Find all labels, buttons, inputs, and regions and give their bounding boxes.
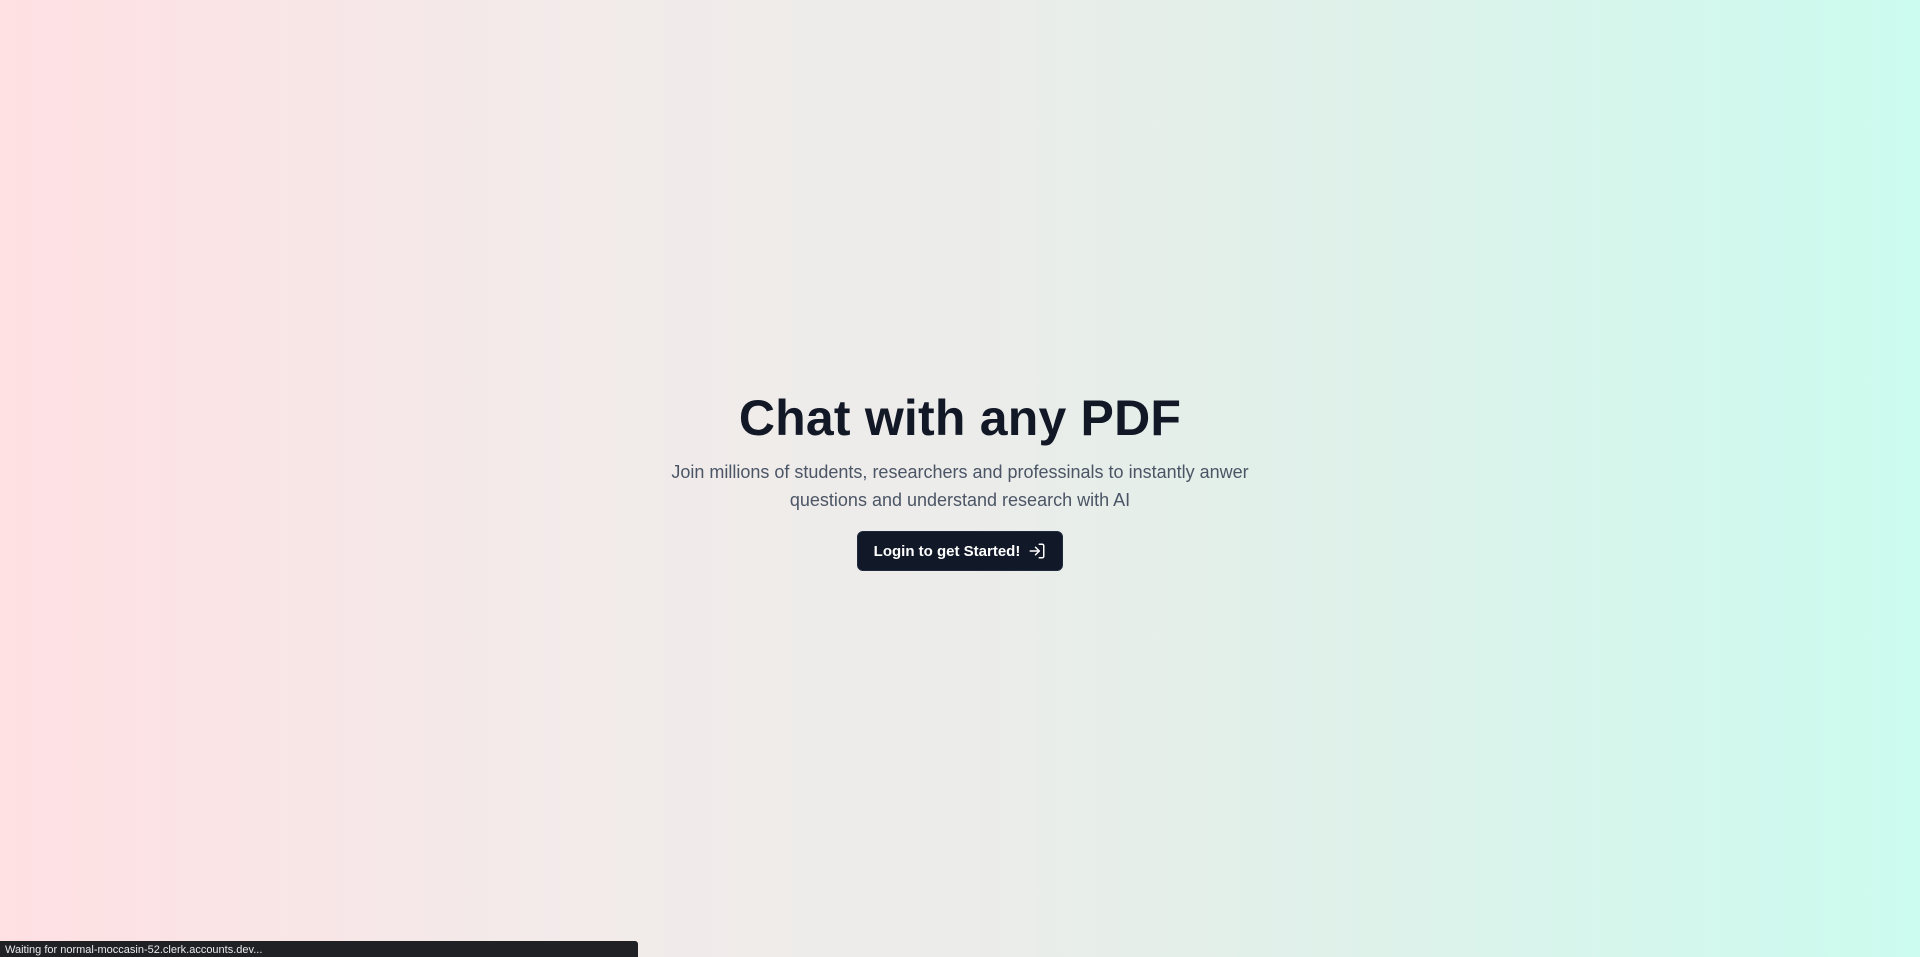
status-text: Waiting for normal-moccasin-52.clerk.acc… bbox=[5, 944, 263, 956]
log-in-icon bbox=[1028, 542, 1046, 560]
browser-status-bar: Waiting for normal-moccasin-52.clerk.acc… bbox=[0, 941, 638, 957]
page-title: Chat with any PDF bbox=[738, 390, 1182, 446]
hero-section: Chat with any PDF Join millions of stude… bbox=[0, 386, 1920, 571]
page-background: Chat with any PDF Join millions of stude… bbox=[0, 0, 1920, 957]
hero-subtitle: Join millions of students, researchers a… bbox=[671, 462, 1249, 510]
login-button[interactable]: Login to get Started! bbox=[856, 531, 1064, 571]
login-button-label: Login to get Started! bbox=[873, 542, 1021, 560]
